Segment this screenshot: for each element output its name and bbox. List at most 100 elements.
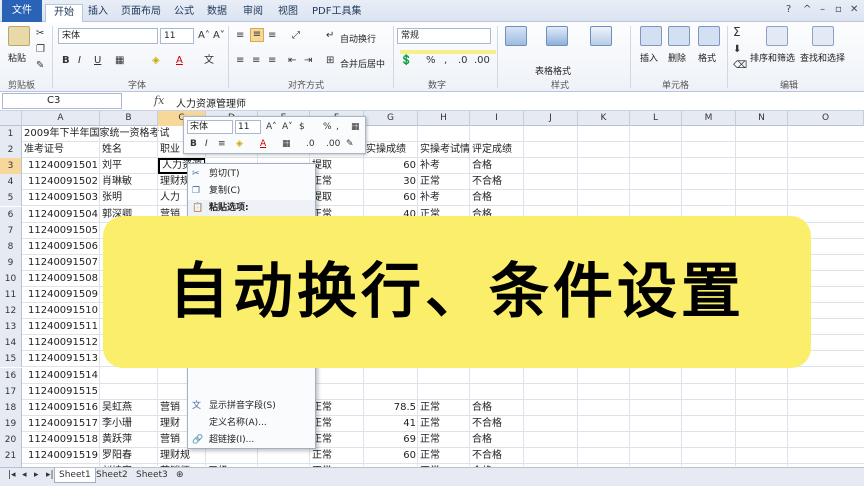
row-header[interactable]: 2	[0, 142, 22, 159]
tab-review[interactable]: 审阅	[235, 4, 271, 22]
cell-b19[interactable]: 李小珊	[100, 416, 158, 432]
help-icon[interactable]: ?	[786, 4, 791, 15]
cell-h2[interactable]: 实操考试情况	[418, 142, 470, 158]
mini-font-grow-icon[interactable]: A˄	[266, 121, 277, 133]
insert-cells-icon[interactable]	[640, 26, 662, 46]
copy-icon[interactable]: ❐	[36, 44, 45, 56]
wrap-text-icon[interactable]: ↵	[326, 30, 334, 42]
increase-indent-icon[interactable]: ⇥	[304, 55, 312, 67]
align-bottom-icon[interactable]: ≡	[268, 30, 276, 42]
font-size-select[interactable]: 11	[160, 28, 194, 44]
row-header[interactable]: 21	[0, 448, 22, 464]
align-middle-icon[interactable]: ≡	[250, 28, 264, 42]
cell-f5[interactable]: 提取	[310, 190, 364, 206]
cut-icon[interactable]: ✂	[36, 28, 44, 40]
cell-g3[interactable]: 60	[364, 158, 418, 174]
cell-b21[interactable]: 罗阳春	[100, 448, 158, 464]
format-painter-icon[interactable]: ✎	[36, 60, 44, 72]
cell-a19[interactable]: 11240091517	[22, 416, 100, 432]
cell-f18[interactable]: 正常	[310, 400, 364, 416]
cell-h4[interactable]: 正常	[418, 174, 470, 190]
currency-icon[interactable]: 💲	[400, 55, 412, 67]
row-header[interactable]: 18	[0, 399, 22, 416]
cell-f20[interactable]: 正常	[310, 432, 364, 448]
cell-h20[interactable]: 正常	[418, 432, 470, 448]
cell-b3[interactable]: 刘平	[100, 158, 158, 174]
wrap-text-button[interactable]: 自动换行	[340, 32, 376, 45]
phonetic-icon[interactable]: 文	[204, 55, 214, 67]
menu-item-define-name[interactable]: 定义名称(A)...	[188, 415, 315, 431]
column-header-j[interactable]: J	[524, 111, 578, 126]
font-color-icon[interactable]: A	[176, 55, 183, 67]
column-header-i[interactable]: I	[470, 111, 524, 126]
tab-page-layout[interactable]: 页面布局	[113, 4, 169, 22]
column-header-m[interactable]: M	[682, 111, 736, 126]
cell-g17[interactable]	[364, 384, 418, 400]
format-cells-icon[interactable]	[698, 26, 720, 46]
formula-input[interactable]: 人力资源管理师	[176, 95, 246, 110]
cell-a10[interactable]: 11240091508	[22, 271, 100, 287]
menu-item-cut[interactable]: ✂ 剪切(T)	[188, 166, 315, 182]
sheet-nav-prev-icon[interactable]: ◂	[18, 468, 31, 483]
cell-i21[interactable]: 不合格	[470, 448, 524, 464]
sort-filter-icon[interactable]	[766, 26, 788, 46]
cell-g19[interactable]: 41	[364, 416, 418, 432]
cell-i5[interactable]: 合格	[470, 190, 524, 206]
align-right-icon[interactable]: ≡	[268, 55, 276, 67]
row-header[interactable]: 7	[0, 222, 22, 239]
cell-g5[interactable]: 60	[364, 190, 418, 206]
mini-decimal-icon[interactable]: .0	[306, 138, 315, 150]
cell-h19[interactable]: 正常	[418, 416, 470, 432]
comma-icon[interactable]: ,	[444, 55, 447, 67]
cell-a3[interactable]: 11240091501	[22, 158, 100, 174]
row-header[interactable]: 6	[0, 206, 22, 223]
mini-size-select[interactable]: 11	[235, 120, 261, 134]
cell-c21[interactable]: 理财规	[158, 448, 206, 464]
sheet-tab-sheet2[interactable]: Sheet2	[92, 468, 132, 483]
cell-b17[interactable]	[100, 384, 158, 400]
mini-currency-icon[interactable]: $	[299, 121, 305, 133]
border-icon[interactable]: ▦	[115, 55, 124, 67]
column-header-k[interactable]: K	[578, 111, 630, 126]
cell-i17[interactable]	[470, 384, 524, 400]
tab-file[interactable]: 文件	[2, 0, 42, 22]
cell-h17[interactable]	[418, 384, 470, 400]
column-header-h[interactable]: H	[418, 111, 470, 126]
sheet-tab-sheet3[interactable]: Sheet3	[132, 468, 172, 483]
cell-i19[interactable]: 不合格	[470, 416, 524, 432]
cell-g21[interactable]: 60	[364, 448, 418, 464]
window-restore-icon[interactable]: ▫	[835, 4, 842, 15]
mini-font-color-icon[interactable]: A	[260, 138, 266, 150]
cell-a8[interactable]: 11240091506	[22, 239, 100, 255]
cell-i16[interactable]	[470, 368, 524, 384]
cell-b20[interactable]: 黄跃萍	[100, 432, 158, 448]
cell-a21[interactable]: 11240091519	[22, 448, 100, 464]
cell-g2[interactable]: 实操成绩	[364, 142, 418, 158]
cell-b16[interactable]	[100, 368, 158, 384]
italic-icon[interactable]: I	[78, 55, 81, 67]
cell-i4[interactable]: 不合格	[470, 174, 524, 190]
cell-g18[interactable]: 78.5	[364, 400, 418, 416]
sheet-tab-sheet1[interactable]: Sheet1	[54, 468, 96, 483]
clear-icon[interactable]: ⌫	[733, 60, 747, 72]
cell-g20[interactable]: 69	[364, 432, 418, 448]
cell-a5[interactable]: 11240091503	[22, 190, 100, 206]
cell-a7[interactable]: 11240091505	[22, 223, 100, 239]
row-header[interactable]: 3	[0, 158, 22, 175]
cell-styles-icon[interactable]	[590, 26, 612, 46]
row-header[interactable]: 1	[0, 126, 22, 142]
row-header[interactable]: 5	[0, 190, 22, 207]
column-header-a[interactable]: A	[22, 111, 100, 126]
ribbon-minimize-icon[interactable]: ^	[803, 4, 811, 15]
mini-bold-icon[interactable]: B	[190, 138, 197, 150]
number-format-select[interactable]: 常规	[397, 28, 491, 44]
cell-a13[interactable]: 11240091511	[22, 319, 100, 335]
cell-a14[interactable]: 11240091512	[22, 335, 100, 351]
cell-i3[interactable]: 合格	[470, 158, 524, 174]
fill-color-icon[interactable]: ◈	[152, 55, 160, 67]
mini-font-shrink-icon[interactable]: A˅	[282, 121, 293, 133]
conditional-format-icon[interactable]	[505, 26, 527, 46]
delete-cells-icon[interactable]	[668, 26, 690, 46]
window-minimize-icon[interactable]: –	[820, 4, 825, 15]
align-center-icon[interactable]: ≡	[252, 55, 260, 67]
